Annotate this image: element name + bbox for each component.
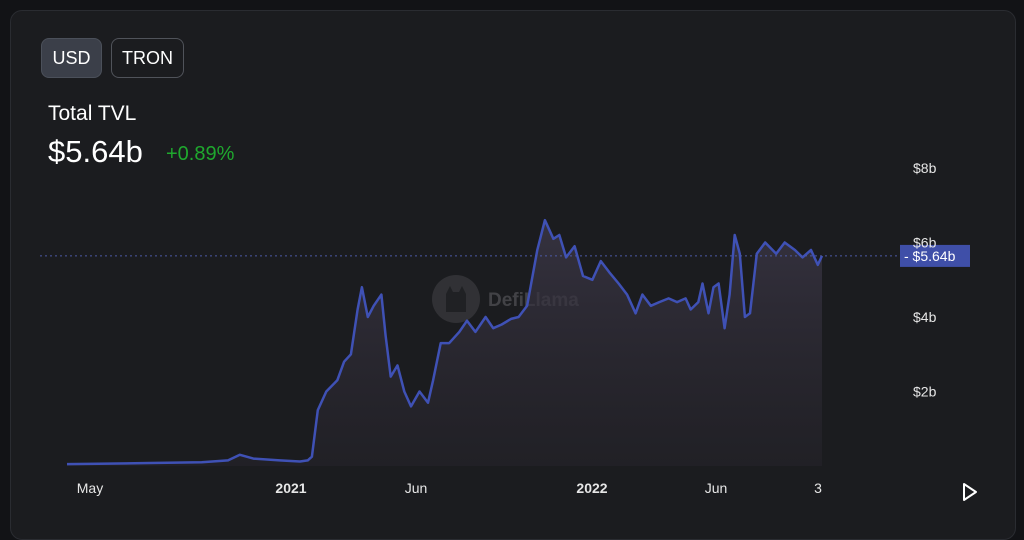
x-tick-label: Jun [705, 480, 728, 496]
play-icon[interactable] [958, 480, 982, 504]
x-tick-label: Jun [405, 480, 428, 496]
x-tick-label: 2021 [275, 480, 306, 496]
y-tick-label: $6b [913, 235, 937, 251]
x-tick-label: 2022 [576, 480, 607, 496]
y-tick-label: $8b [913, 160, 937, 176]
x-tick-label: 3 [814, 480, 822, 496]
x-tick-label: May [77, 480, 103, 496]
y-tick-label: $2b [913, 384, 937, 400]
y-tick-label: $4b [913, 309, 937, 325]
tvl-area-chart: DefiLlama - $5.64b $2b$4b$6b$8b May2021J… [40, 160, 970, 496]
